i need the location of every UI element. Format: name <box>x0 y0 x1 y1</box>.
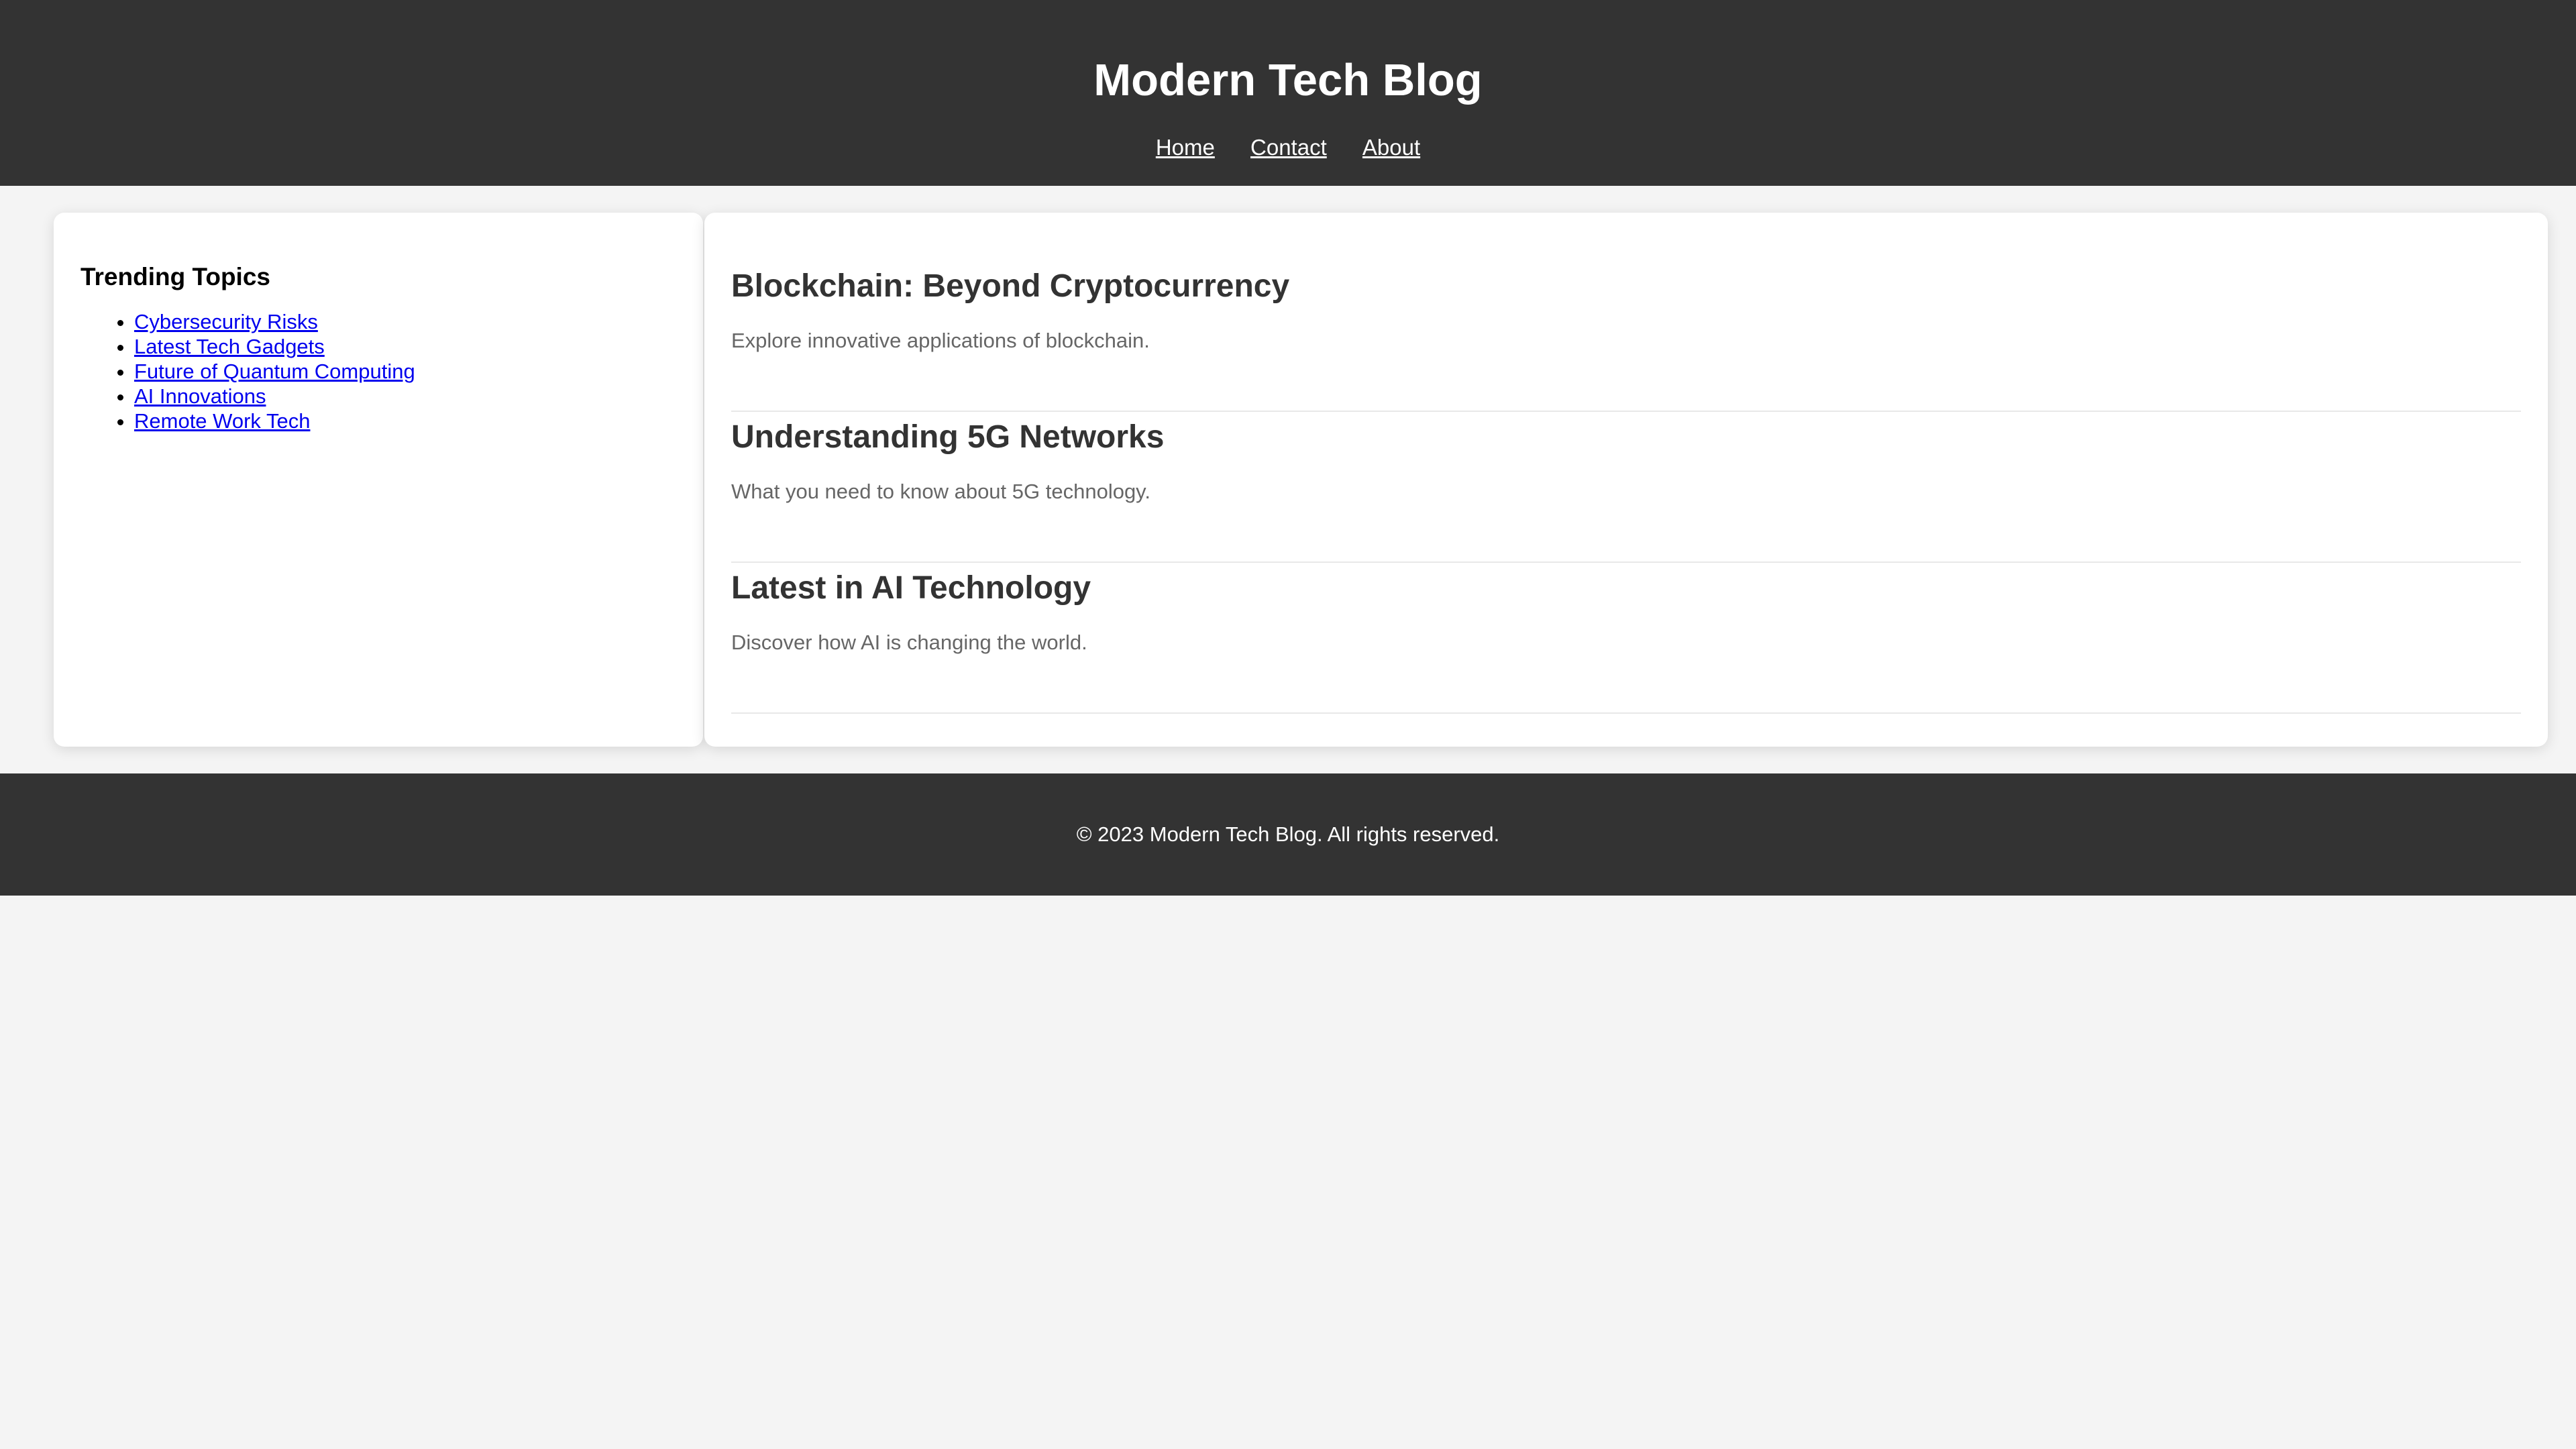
nav-link-home[interactable]: Home <box>1156 135 1215 160</box>
topic-link-remote-work-tech[interactable]: Remote Work Tech <box>134 409 310 433</box>
article-title[interactable]: Latest in AI Technology <box>731 568 2521 608</box>
article-card: Understanding 5G Networks What you need … <box>731 412 2521 563</box>
nav-link-about[interactable]: About <box>1362 135 1420 160</box>
list-item: AI Innovations <box>134 384 676 409</box>
main-content-area: Trending Topics Cybersecurity Risks Late… <box>54 213 2548 747</box>
site-title: Modern Tech Blog <box>1093 55 1483 105</box>
topic-link-cybersecurity-risks[interactable]: Cybersecurity Risks <box>134 310 318 333</box>
main-nav: Home Contact About <box>0 134 2576 161</box>
article-description: Discover how AI is changing the world. <box>731 631 1087 654</box>
topic-link-quantum-computing[interactable]: Future of Quantum Computing <box>134 360 415 383</box>
list-item: Cybersecurity Risks <box>134 309 676 334</box>
sidebar-title: Trending Topics <box>80 263 270 290</box>
article-card: Latest in AI Technology Discover how AI … <box>731 563 2521 714</box>
articles-panel: Blockchain: Beyond Cryptocurrency Explor… <box>704 213 2548 747</box>
article-description: What you need to know about 5G technolog… <box>731 480 1150 503</box>
article-card: Blockchain: Beyond Cryptocurrency Explor… <box>731 261 2521 412</box>
nav-link-contact[interactable]: Contact <box>1250 135 1327 160</box>
list-item: Remote Work Tech <box>134 409 676 433</box>
topic-link-ai-innovations[interactable]: AI Innovations <box>134 384 266 408</box>
site-header: Modern Tech Blog Home Contact About <box>0 0 2576 186</box>
article-title[interactable]: Blockchain: Beyond Cryptocurrency <box>731 266 2521 307</box>
sidebar: Trending Topics Cybersecurity Risks Late… <box>54 213 703 747</box>
article-description: Explore innovative applications of block… <box>731 329 1150 352</box>
topic-link-latest-tech-gadgets[interactable]: Latest Tech Gadgets <box>134 335 325 358</box>
trending-topics-list: Cybersecurity Risks Latest Tech Gadgets … <box>80 309 676 433</box>
list-item: Future of Quantum Computing <box>134 359 676 384</box>
footer-copyright: © 2023 Modern Tech Blog. All rights rese… <box>1076 822 1500 846</box>
article-title[interactable]: Understanding 5G Networks <box>731 417 2521 458</box>
site-footer: © 2023 Modern Tech Blog. All rights rese… <box>0 773 2576 896</box>
list-item: Latest Tech Gadgets <box>134 334 676 359</box>
